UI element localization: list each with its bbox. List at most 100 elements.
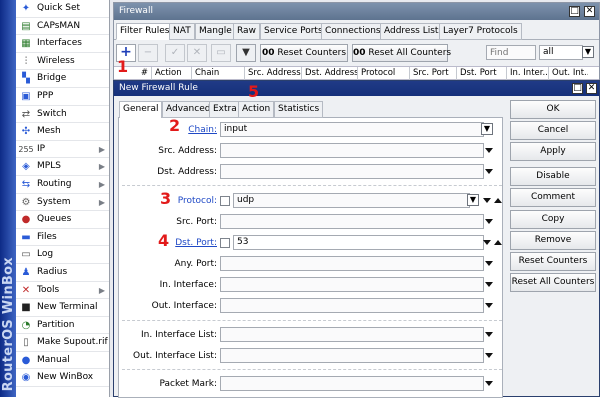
sidebar-item-ip[interactable]: 255 IP ▶ xyxy=(16,141,109,159)
in-interface-field[interactable] xyxy=(220,277,484,292)
in-interface-list-field[interactable] xyxy=(220,327,484,342)
protocol-select[interactable]: udp xyxy=(233,193,470,208)
tab-connections[interactable]: Connections xyxy=(321,23,385,40)
column-src-port[interactable]: Src. Port xyxy=(409,67,456,80)
sidebar-item-interfaces[interactable]: ▦ Interfaces xyxy=(16,35,109,53)
tab-layer7-protocols[interactable]: Layer7 Protocols xyxy=(439,23,522,40)
firewall-title-bar[interactable]: Firewall □ ✕ xyxy=(114,3,599,20)
close-icon[interactable]: ✕ xyxy=(584,6,595,17)
apply-button[interactable]: Apply xyxy=(510,142,596,161)
reset-all-counters-button[interactable]: Reset All Counters xyxy=(510,273,596,292)
comment-icon[interactable]: ▭ xyxy=(211,44,231,62)
expand-down-icon[interactable] xyxy=(485,381,493,386)
sidebar-item-quick-set[interactable]: ✦ Quick Set xyxy=(16,0,109,18)
column-in-interface[interactable]: In. Inter... xyxy=(506,67,548,80)
column-out-interface[interactable]: Out. Int... xyxy=(548,67,588,80)
dst-port-field[interactable]: 53 xyxy=(233,235,484,250)
column-dst-port[interactable]: Dst. Port xyxy=(456,67,506,80)
expand-down-icon[interactable] xyxy=(485,332,493,337)
expand-down-icon[interactable] xyxy=(485,261,493,266)
column-chain[interactable]: Chain xyxy=(191,67,244,80)
expand-down-icon[interactable] xyxy=(485,353,493,358)
sidebar-item-queues[interactable]: ● Queues xyxy=(16,211,109,229)
column-protocol[interactable]: Protocol xyxy=(357,67,409,80)
sidebar-item-manual[interactable]: ● Manual xyxy=(16,352,109,370)
tab-statistics[interactable]: Statistics xyxy=(274,101,324,118)
restore-icon[interactable]: □ xyxy=(572,83,583,94)
protocol-dropdown-icon[interactable]: ▼ xyxy=(467,194,479,206)
comment-button[interactable]: Comment xyxy=(510,188,596,207)
sidebar-item-switch[interactable]: ⇄ Switch xyxy=(16,106,109,124)
src-port-field[interactable] xyxy=(220,214,484,229)
expand-down-icon[interactable] xyxy=(483,240,491,245)
filter-icon[interactable]: ▼ xyxy=(236,44,256,62)
sidebar-item-bridge[interactable]: ▚ Bridge xyxy=(16,70,109,88)
sidebar-item-files[interactable]: ▬ Files xyxy=(16,229,109,247)
reset-all-counters-button[interactable]: 00 Reset All Counters xyxy=(352,44,451,62)
restore-icon[interactable]: □ xyxy=(569,6,580,17)
reset-counters-button[interactable]: 00 Reset Counters xyxy=(260,44,348,62)
expand-down-icon[interactable] xyxy=(485,282,493,287)
chain-select[interactable]: input xyxy=(220,122,484,137)
sidebar-item-make-supout[interactable]: ▯ Make Supout.rif xyxy=(16,334,109,352)
tab-service-ports[interactable]: Service Ports xyxy=(260,23,327,40)
column-dst-address[interactable]: Dst. Address xyxy=(301,67,357,80)
expand-down-icon[interactable] xyxy=(485,148,493,153)
expand-down-icon[interactable] xyxy=(483,198,491,203)
copy-button[interactable]: Copy xyxy=(510,210,596,229)
enable-icon[interactable]: ✓ xyxy=(165,44,185,62)
tab-address-lists[interactable]: Address Lists xyxy=(380,23,448,40)
collapse-up-icon[interactable] xyxy=(494,240,502,245)
sidebar-item-capsman[interactable]: ▤ CAPsMAN xyxy=(16,18,109,36)
sidebar-item-wireless[interactable]: ⫶ Wireless xyxy=(16,53,109,71)
sidebar-item-system[interactable]: ⚙ System ▶ xyxy=(16,194,109,212)
chain-dropdown-icon[interactable]: ▼ xyxy=(481,123,493,135)
protocol-invert-checkbox[interactable] xyxy=(220,196,230,206)
cancel-button[interactable]: Cancel xyxy=(510,121,596,140)
expand-down-icon[interactable] xyxy=(485,303,493,308)
remove-button[interactable]: Remove xyxy=(510,231,596,250)
filter-dropdown-icon[interactable]: ▼ xyxy=(582,46,594,58)
supout-icon: ▯ xyxy=(23,337,29,349)
filter-select[interactable]: all xyxy=(539,45,583,60)
disable-button[interactable]: Disable xyxy=(510,167,596,186)
sidebar-item-new-winbox[interactable]: ◉ New WinBox xyxy=(16,369,109,388)
remove-icon[interactable]: − xyxy=(138,44,158,62)
any-port-field[interactable] xyxy=(220,256,484,271)
column-action[interactable]: Action xyxy=(151,67,191,80)
dst-address-field[interactable] xyxy=(220,164,484,179)
tab-raw[interactable]: Raw xyxy=(233,23,260,40)
tab-extra[interactable]: Extra xyxy=(209,101,241,118)
find-input[interactable] xyxy=(486,45,536,60)
sidebar-item-mesh[interactable]: ✣ Mesh xyxy=(16,123,109,141)
expand-down-icon[interactable] xyxy=(485,169,493,174)
dialog-title-bar[interactable]: New Firewall Rule □ ✕ xyxy=(114,81,599,96)
sidebar-item-partition[interactable]: ◔ Partition xyxy=(16,317,109,335)
collapse-up-icon[interactable] xyxy=(494,198,502,203)
tab-mangle[interactable]: Mangle xyxy=(195,23,236,40)
close-icon[interactable]: ✕ xyxy=(586,83,597,94)
tab-action[interactable]: Action xyxy=(238,101,275,118)
sidebar-item-radius[interactable]: ♟ Radius xyxy=(16,264,109,282)
src-address-field[interactable] xyxy=(220,143,484,158)
expand-down-icon[interactable] xyxy=(485,219,493,224)
sidebar-item-ppp[interactable]: ▣ PPP xyxy=(16,88,109,106)
tab-filter-rules[interactable]: Filter Rules xyxy=(116,23,174,40)
sidebar-item-routing[interactable]: ⇆ Routing ▶ xyxy=(16,176,109,194)
tab-general[interactable]: General xyxy=(119,101,163,119)
sidebar-item-log[interactable]: ▭ Log xyxy=(16,246,109,264)
dst-port-invert-checkbox[interactable] xyxy=(220,238,230,248)
submenu-arrow-icon: ▶ xyxy=(98,144,105,154)
tools-icon: ✕ xyxy=(21,284,31,296)
sidebar-item-mpls[interactable]: ◈ MPLS ▶ xyxy=(16,158,109,176)
column-src-address[interactable]: Src. Address xyxy=(244,67,301,80)
sidebar-item-tools[interactable]: ✕ Tools ▶ xyxy=(16,282,109,300)
disable-icon[interactable]: ✕ xyxy=(187,44,207,62)
out-interface-list-field[interactable] xyxy=(220,348,484,363)
tab-nat[interactable]: NAT xyxy=(169,23,195,40)
reset-counters-button[interactable]: Reset Counters xyxy=(510,252,596,271)
sidebar-item-new-terminal[interactable]: ■ New Terminal xyxy=(16,299,109,317)
ok-button[interactable]: OK xyxy=(510,100,596,119)
out-interface-field[interactable] xyxy=(220,298,484,313)
packet-mark-field[interactable] xyxy=(220,376,484,391)
